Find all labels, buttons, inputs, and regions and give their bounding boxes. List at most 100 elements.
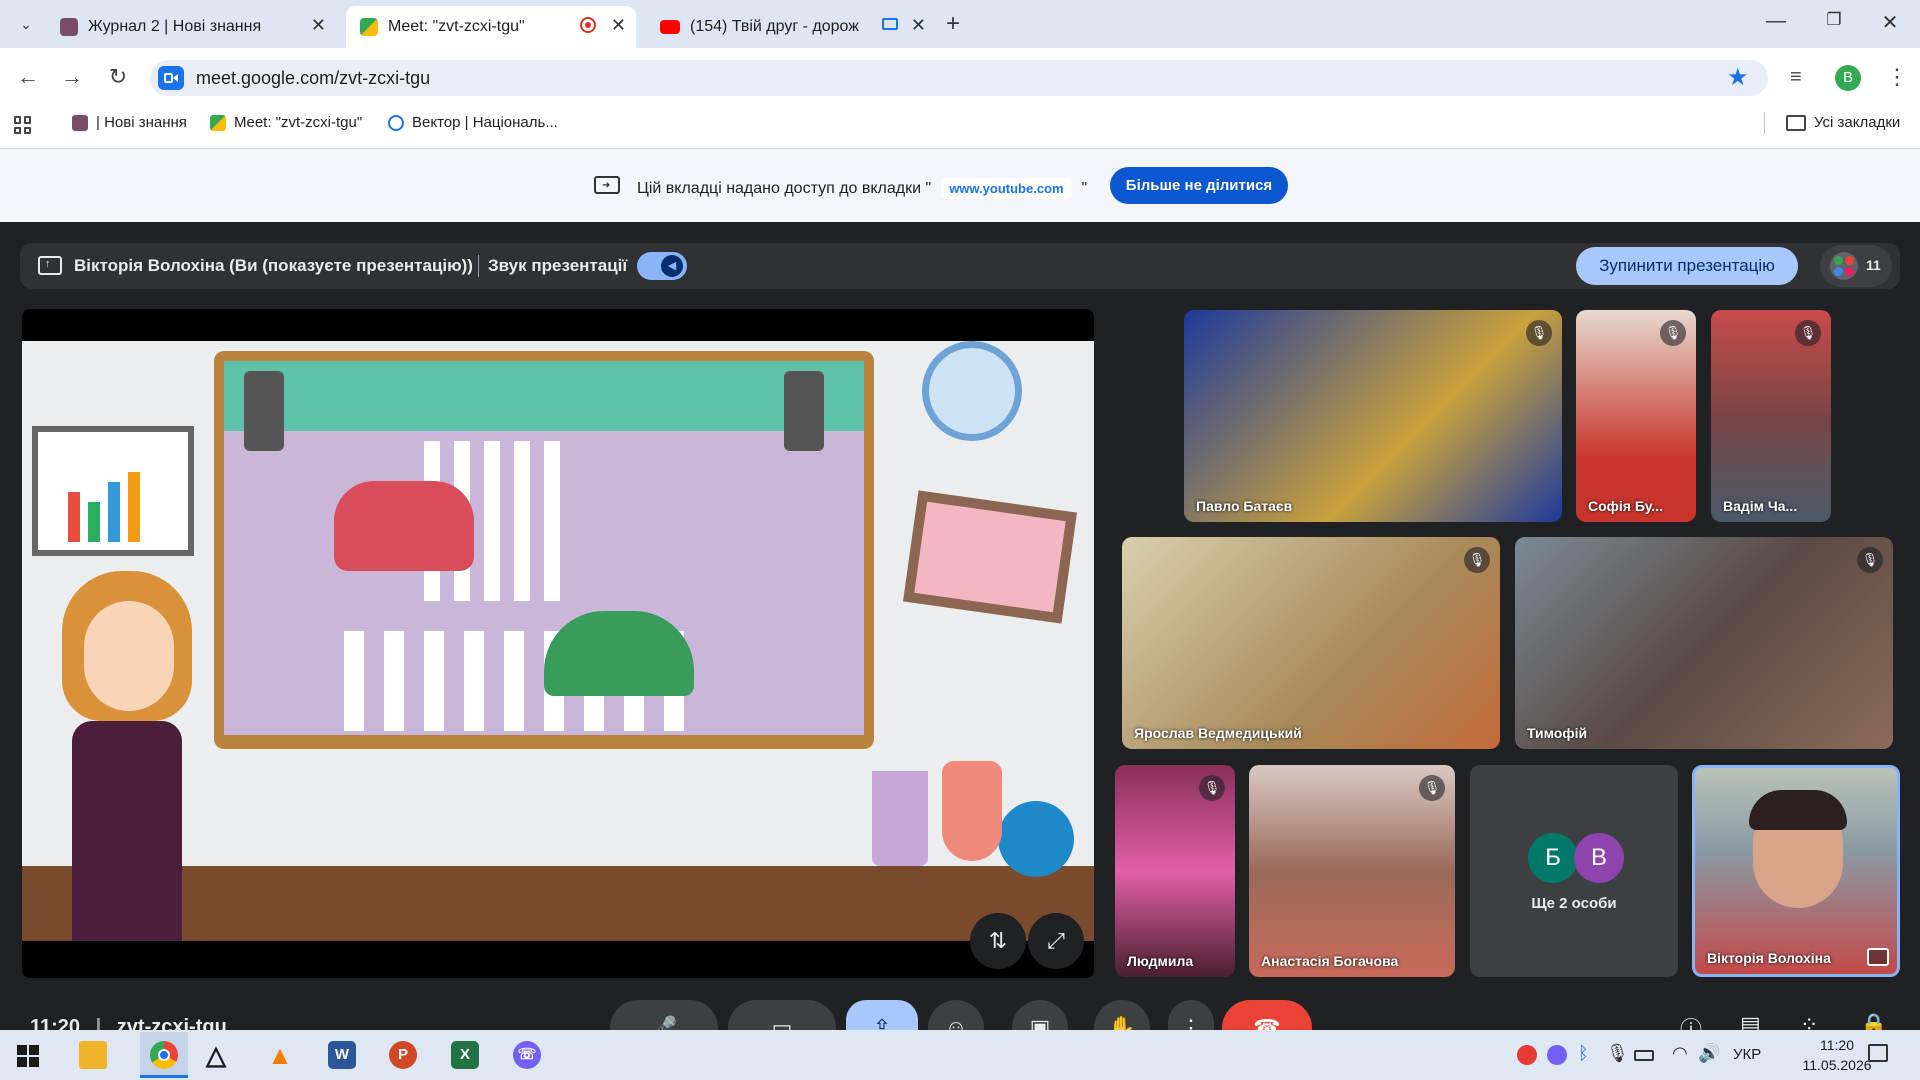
journal-favicon-icon — [60, 18, 78, 36]
avatar: Б — [1528, 833, 1578, 883]
mic-off-icon: 🎙 — [1526, 320, 1552, 346]
mic-off-icon: 🎙 — [1857, 547, 1883, 573]
new-tab-icon[interactable]: + — [946, 10, 960, 38]
vlc-icon[interactable]: ▲ — [266, 1041, 294, 1069]
presbar-divider — [478, 255, 479, 277]
battery-icon[interactable] — [1634, 1050, 1654, 1061]
notifications-icon[interactable] — [1868, 1044, 1888, 1062]
slide-picture — [902, 490, 1078, 624]
participant-tile[interactable]: 🎙 Вадім Ча... — [1711, 310, 1831, 522]
powerpoint-icon[interactable]: P — [389, 1041, 417, 1069]
close-tab-icon[interactable]: ✕ — [911, 15, 926, 36]
presenter-label: Вікторія Волохіна (Ви (показуєте презент… — [74, 256, 473, 275]
mic-off-icon: 🎙 — [1419, 775, 1445, 801]
more-participants-label: Ще 2 особи — [1531, 895, 1617, 912]
reload-icon[interactable]: ↻ — [104, 64, 132, 90]
more-participants-tile[interactable]: Б В Ще 2 особи — [1470, 765, 1678, 977]
participant-tile[interactable]: 🎙 Софія Бу... — [1576, 310, 1696, 522]
language-indicator[interactable]: УКР — [1733, 1046, 1761, 1063]
archive-app-icon[interactable]: △ — [202, 1041, 230, 1069]
participant-tile[interactable]: 🎙 Анастасія Богачова — [1249, 765, 1455, 977]
microphone-tray-icon[interactable]: 🎙 — [1606, 1043, 1629, 1064]
viber-icon[interactable]: ☏ — [513, 1041, 541, 1069]
profile-avatar[interactable]: В — [1835, 65, 1861, 91]
minimize-icon[interactable]: — — [1756, 10, 1796, 33]
bookmark-vector[interactable]: Вектор | Національ... — [388, 114, 558, 131]
participant-avatars-icon — [1830, 252, 1858, 280]
meet-favicon-icon — [360, 18, 378, 36]
participant-name: Софія Бу... — [1588, 498, 1663, 514]
yandex-tray-icon[interactable] — [1517, 1045, 1537, 1065]
presentation-stage: ⇅ ⤢ — [22, 309, 1094, 978]
recording-icon — [580, 17, 596, 33]
apps-grid-icon[interactable] — [14, 116, 32, 134]
media-control-icon[interactable]: ≡ — [1790, 66, 1802, 89]
bookmark-journal[interactable]: | Нові знання — [72, 114, 187, 131]
windows-start-icon[interactable] — [17, 1045, 39, 1067]
avatar: В — [1574, 833, 1624, 883]
forward-icon[interactable]: → — [58, 64, 86, 90]
share-message: Цій вкладці надано доступ до вкладки " w… — [637, 178, 1087, 199]
excel-icon[interactable]: X — [451, 1041, 479, 1069]
participant-count: 11 — [1866, 257, 1881, 273]
tab-search-icon[interactable]: ⌄ — [14, 12, 38, 36]
fullscreen-icon[interactable]: ⤢ — [1028, 913, 1084, 969]
close-window-icon[interactable]: ✕ — [1870, 10, 1910, 35]
chrome-icon[interactable] — [150, 1041, 178, 1069]
mic-off-icon: 🎙 — [1199, 775, 1225, 801]
slide-pencil-cup — [872, 771, 928, 866]
volume-icon[interactable]: 🔊 — [1698, 1043, 1720, 1064]
pip-icon[interactable] — [1867, 948, 1889, 966]
sharing-icon — [882, 18, 898, 30]
speaker-icon: ◀ — [661, 255, 683, 277]
slide-street-scene — [224, 361, 864, 735]
people-button[interactable]: 11 — [1820, 245, 1892, 287]
share-text: Цій вкладці надано доступ до вкладки " — [637, 179, 932, 197]
mic-off-icon: 🎙 — [1464, 547, 1490, 573]
slide-clock — [922, 341, 1022, 441]
bluetooth-icon[interactable]: ᛒ — [1578, 1043, 1589, 1064]
mic-off-icon: 🎙 — [1795, 320, 1821, 346]
slide-plant-pot — [942, 761, 1002, 861]
url-text[interactable]: meet.google.com/zvt-zcxi-tgu — [196, 68, 430, 89]
slide-teacher — [22, 571, 222, 941]
wifi-icon[interactable]: ◠ — [1672, 1043, 1688, 1064]
close-tab-icon[interactable]: ✕ — [611, 15, 626, 36]
self-view-tile[interactable]: Вікторія Волохіна — [1692, 765, 1900, 977]
bookmark-meet[interactable]: Meet: "zvt-zcxi-tgu" — [210, 114, 362, 131]
viber-tray-icon[interactable] — [1547, 1045, 1567, 1065]
folder-icon — [1786, 114, 1806, 131]
participant-name: Анастасія Богачова — [1261, 953, 1399, 969]
tab-journal[interactable]: Журнал 2 | Нові знання ✕ — [46, 6, 336, 48]
participant-name: Людмила — [1127, 953, 1194, 969]
participant-tile[interactable]: 🎙 Тимофій — [1515, 537, 1893, 749]
swap-layout-icon[interactable]: ⇅ — [970, 913, 1026, 969]
all-bookmarks[interactable]: Усі закладки — [1786, 114, 1900, 131]
meet-favicon-icon — [210, 114, 226, 131]
tab-strip: ⌄ Журнал 2 | Нові знання ✕ Meet: "zvt-zc… — [0, 0, 1920, 48]
stop-presenting-button[interactable]: Зупинити презентацію — [1576, 247, 1798, 285]
back-icon[interactable]: ← — [14, 64, 42, 90]
menu-kebab-icon[interactable]: ⋮ — [1886, 64, 1908, 90]
site-info-icon[interactable] — [158, 66, 184, 90]
bookmark-star-icon[interactable]: ★ — [1727, 63, 1749, 92]
close-tab-icon[interactable]: ✕ — [311, 15, 326, 36]
participant-tile[interactable]: 🎙 Павло Батаєв — [1184, 310, 1562, 522]
restore-icon[interactable]: ❐ — [1814, 10, 1854, 30]
stop-sharing-button[interactable]: Більше не ділитися — [1110, 167, 1288, 204]
shared-site-chip: www.youtube.com — [941, 178, 1072, 199]
participant-tile[interactable]: 🎙 Людмила — [1115, 765, 1235, 977]
presentation-audio-toggle[interactable]: ◀ — [637, 252, 687, 280]
participant-tile[interactable]: 🎙 Ярослав Ведмедицький — [1122, 537, 1500, 749]
tab-youtube[interactable]: (154) Твій друг - дорожній ✕ — [646, 6, 936, 48]
tab-title: Meet: "zvt-zcxi-tgu" — [388, 18, 525, 35]
tab-meet[interactable]: Meet: "zvt-zcxi-tgu" ✕ — [346, 6, 636, 48]
file-explorer-icon[interactable] — [79, 1041, 107, 1069]
word-icon[interactable]: W — [328, 1041, 356, 1069]
present-screen-icon: ↑ — [38, 256, 62, 275]
participant-name: Ярослав Ведмедицький — [1134, 725, 1302, 741]
bookmark-label: | Нові знання — [96, 114, 187, 131]
slide-globe — [998, 801, 1074, 877]
all-bookmarks-label: Усі закладки — [1814, 114, 1901, 131]
self-hair — [1749, 790, 1847, 830]
